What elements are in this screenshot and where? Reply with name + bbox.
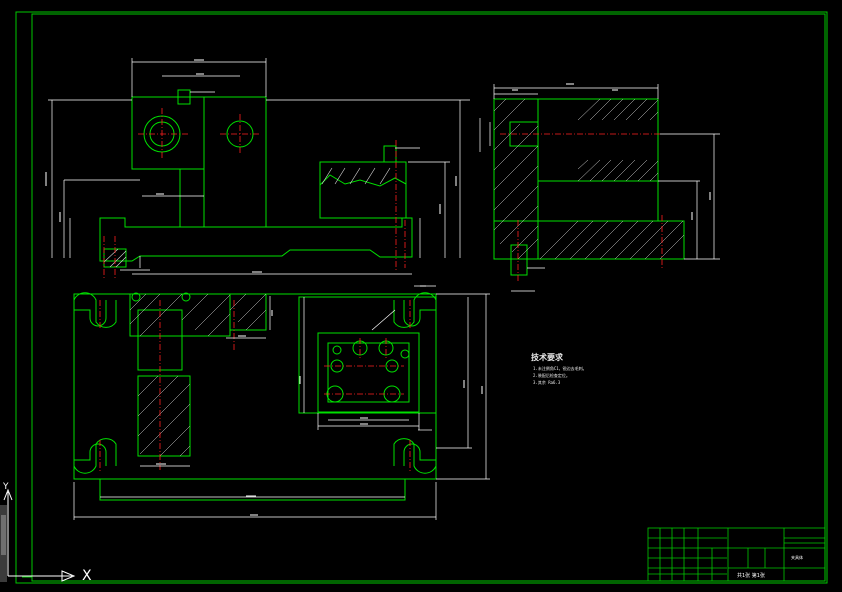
technical-note-line: 3.其余 Ra6.3: [533, 380, 561, 385]
left-scrollbar[interactable]: [0, 505, 7, 582]
plan-view: [73, 285, 490, 520]
left-scroll-thumb[interactable]: [1, 515, 6, 555]
title-block-drawing-name: 夹具体: [791, 555, 803, 560]
cad-drawing: [3, 11, 828, 584]
front-view: [48, 58, 470, 278]
title-block-sheet-info: 共1张 第1张: [737, 573, 765, 579]
drawing-viewport[interactable]: 技术要求 1.未注倒角C1，锐边去毛刺。 2.装配后检查定位。 3.其余 Ra6…: [0, 0, 842, 592]
ucs-y-label: Y: [3, 482, 9, 492]
side-view: [479, 84, 720, 292]
technical-note-line: 1.未注倒角C1，锐边去毛刺。: [533, 366, 587, 371]
ucs-icon: [3, 488, 76, 582]
ucs-x-label: X: [82, 568, 92, 584]
technical-note-line: 2.装配后检查定位。: [533, 373, 570, 378]
technical-notes-title: 技术要求: [531, 353, 563, 362]
dimension-text-marks: [45, 59, 711, 516]
